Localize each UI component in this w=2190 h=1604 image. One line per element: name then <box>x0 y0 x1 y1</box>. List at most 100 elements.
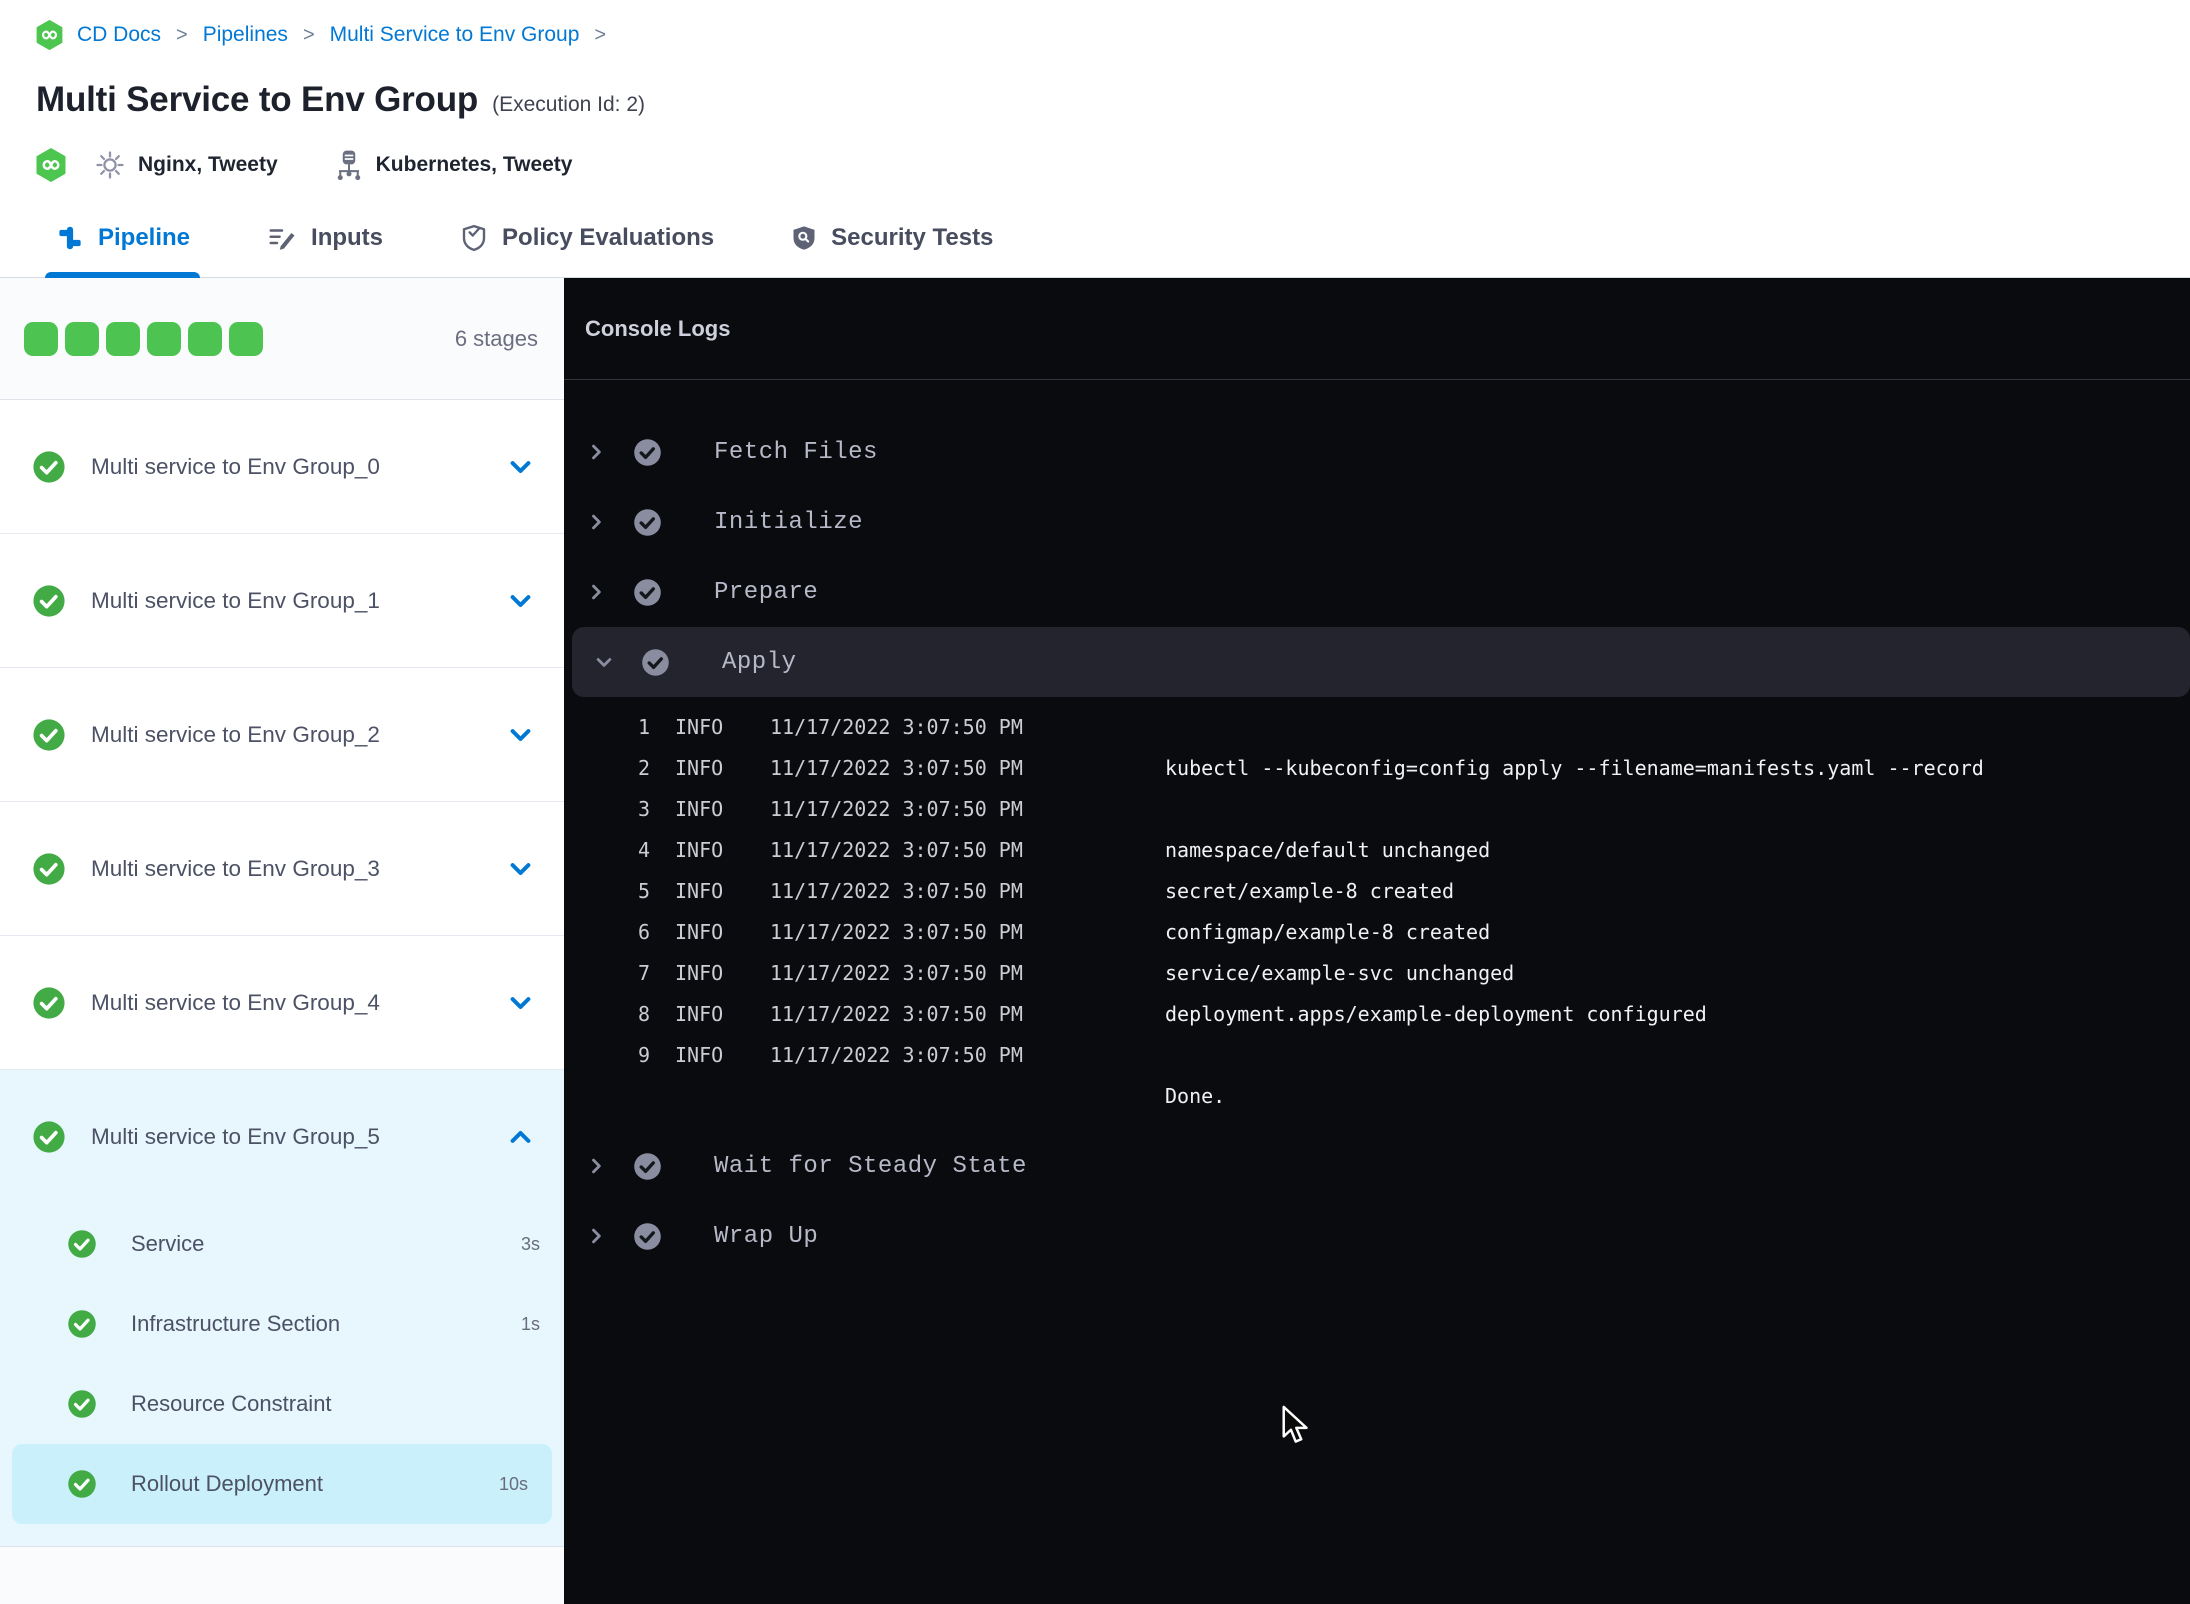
tab-security-tests[interactable]: Security Tests <box>780 223 1003 277</box>
stage-success-square <box>106 321 140 356</box>
log-level: INFO <box>675 715 724 739</box>
console-step-label: Apply <box>722 648 797 676</box>
services-label[interactable]: Nginx, Tweety <box>138 153 278 177</box>
log-msg: Done. <box>1165 1084 1226 1108</box>
log-level: INFO <box>675 1002 724 1026</box>
console-step-row[interactable]: Prepare <box>564 557 2190 627</box>
step-success-check-icon <box>642 648 669 676</box>
stage-row[interactable]: Multi service to Env Group_2 <box>0 668 564 802</box>
stage-row[interactable]: Multi service to Env Group_0 <box>0 400 564 534</box>
policy-evaluations-icon <box>459 223 489 253</box>
stage-row[interactable]: Multi service to Env Group_3 <box>0 802 564 936</box>
inputs-icon <box>266 223 298 253</box>
log-msg: kubectl --kubeconfig=config apply --file… <box>1165 756 1984 780</box>
environment-icon <box>334 148 364 182</box>
stage-step-row[interactable]: Service 3s <box>0 1204 564 1284</box>
console-step-label: Initialize <box>714 508 864 536</box>
console-step-label: Prepare <box>714 578 819 606</box>
console-step-row[interactable]: Wrap Up <box>564 1201 2190 1271</box>
step-chevron-icon[interactable] <box>586 512 606 532</box>
log-level: INFO <box>675 879 724 903</box>
log-line: 9 INFO 11/17/2022 3:07:50 PM <box>564 1035 2190 1076</box>
infrastructure-label[interactable]: Kubernetes, Tweety <box>376 153 573 177</box>
log-time: 11/17/2022 3:07:50 PM <box>770 879 1023 903</box>
log-time: 11/17/2022 3:07:50 PM <box>770 1002 1023 1026</box>
log-time: 11/17/2022 3:07:50 PM <box>770 797 1023 821</box>
step-success-check-icon <box>634 1152 661 1180</box>
gear-icon <box>94 149 126 181</box>
stage-count-label: 6 stages <box>454 325 538 351</box>
console-step-row[interactable]: Fetch Files <box>564 417 2190 487</box>
stages-summary: 6 stages <box>0 278 564 400</box>
step-label: Resource Constraint <box>131 1391 332 1416</box>
log-line: 2 INFO 11/17/2022 3:07:50 PM kubectl --kube… <box>564 748 2190 789</box>
log-line: 7 INFO 11/17/2022 3:07:50 PM service/exampl… <box>564 953 2190 994</box>
chevron-icon[interactable] <box>507 989 534 1016</box>
stage-step-row[interactable]: Resource Constraint <box>0 1364 564 1444</box>
breadcrumb-separator: > <box>176 23 188 46</box>
step-duration: 1s <box>520 1313 540 1334</box>
step-chevron-icon[interactable] <box>586 582 606 602</box>
harness-logo-icon <box>36 148 66 182</box>
content-split: 6 stages Multi service to Env Group_0 Mu… <box>0 278 2190 1604</box>
success-check-icon <box>68 1230 96 1258</box>
log-line: 6 INFO 11/17/2022 3:07:50 PM configmap/exam… <box>564 912 2190 953</box>
log-num: 2 <box>637 756 650 780</box>
step-chevron-icon[interactable] <box>586 1156 606 1176</box>
stage-row[interactable]: Multi service to Env Group_4 <box>0 936 564 1070</box>
console-step-row[interactable]: Initialize <box>564 487 2190 557</box>
log-num: 9 <box>637 1043 650 1067</box>
stage-row[interactable]: Multi service to Env Group_5 <box>0 1070 564 1204</box>
stage-step-row[interactable]: Infrastructure Section 1s <box>0 1284 564 1364</box>
tab-policy-evaluations[interactable]: Policy Evaluations <box>449 223 724 277</box>
tab-label: Pipeline <box>98 224 191 251</box>
chevron-icon[interactable] <box>507 1124 534 1151</box>
step-label: Infrastructure Section <box>131 1311 341 1336</box>
breadcrumb-links: CD Docs > Pipelines > Multi Service to Env G… <box>77 23 607 47</box>
breadcrumb-separator: > <box>594 23 607 46</box>
chevron-icon[interactable] <box>507 721 534 748</box>
tab-pipeline[interactable]: Pipeline <box>45 223 201 278</box>
chevron-icon[interactable] <box>507 855 534 882</box>
stage-success-square <box>188 321 222 356</box>
step-chevron-icon[interactable] <box>586 442 606 462</box>
log-line: 1 INFO 11/17/2022 3:07:50 PM <box>564 707 2190 748</box>
breadcrumb-link[interactable]: CD Docs <box>77 23 161 47</box>
log-level <box>675 1076 770 1117</box>
success-check-icon <box>68 1310 96 1338</box>
breadcrumb-link[interactable]: Pipelines <box>203 23 288 47</box>
chevron-icon[interactable] <box>507 587 534 614</box>
log-msg: deployment.apps/example-deployment confi… <box>1165 1002 1707 1026</box>
stage-row[interactable]: Multi service to Env Group_1 <box>0 534 564 668</box>
log-block: 1 INFO 11/17/2022 3:07:50 PM 2 INFO 11/17/202… <box>564 697 2190 1131</box>
step-label: Rollout Deployment <box>131 1471 323 1496</box>
log-time: 11/17/2022 3:07:50 PM <box>770 961 1023 985</box>
log-level: INFO <box>675 838 724 862</box>
tab-label: Security Tests <box>831 224 994 251</box>
log-time: 11/17/2022 3:07:50 PM <box>770 920 1023 944</box>
log-line: 3 INFO 11/17/2022 3:07:50 PM <box>564 789 2190 830</box>
stage-label: Multi service to Env Group_0 <box>91 453 380 479</box>
step-success-check-icon <box>634 1222 661 1250</box>
log-level: INFO <box>675 920 724 944</box>
step-success-check-icon <box>634 508 661 536</box>
log-num: 3 <box>637 797 650 821</box>
step-chevron-icon[interactable] <box>586 1226 606 1246</box>
console-body: Fetch Files Initialize Prepare Apply 1 INF… <box>564 380 2190 1271</box>
stage-list: Multi service to Env Group_0 Multi servi… <box>0 400 564 1547</box>
stage-step-row[interactable]: Rollout Deployment 10s <box>12 1444 552 1524</box>
harness-logo-icon <box>36 20 63 50</box>
log-num: 4 <box>637 838 650 862</box>
step-chevron-icon[interactable] <box>594 652 614 672</box>
log-level: INFO <box>675 1043 724 1067</box>
console-step-row[interactable]: Wait for Steady State <box>564 1131 2190 1201</box>
console-step-row[interactable]: Apply <box>572 627 2190 697</box>
console-logs-panel: Console Logs Fetch Files Initialize Prep… <box>564 278 2190 1604</box>
chevron-icon[interactable] <box>507 453 534 480</box>
log-num <box>564 1076 650 1117</box>
tab-inputs[interactable]: Inputs <box>256 223 393 277</box>
log-msg: configmap/example-8 created <box>1165 920 1491 944</box>
stage-label: Multi service to Env Group_2 <box>91 721 380 747</box>
breadcrumb-link[interactable]: Multi Service to Env Group <box>330 23 580 47</box>
security-tests-icon <box>790 223 818 253</box>
